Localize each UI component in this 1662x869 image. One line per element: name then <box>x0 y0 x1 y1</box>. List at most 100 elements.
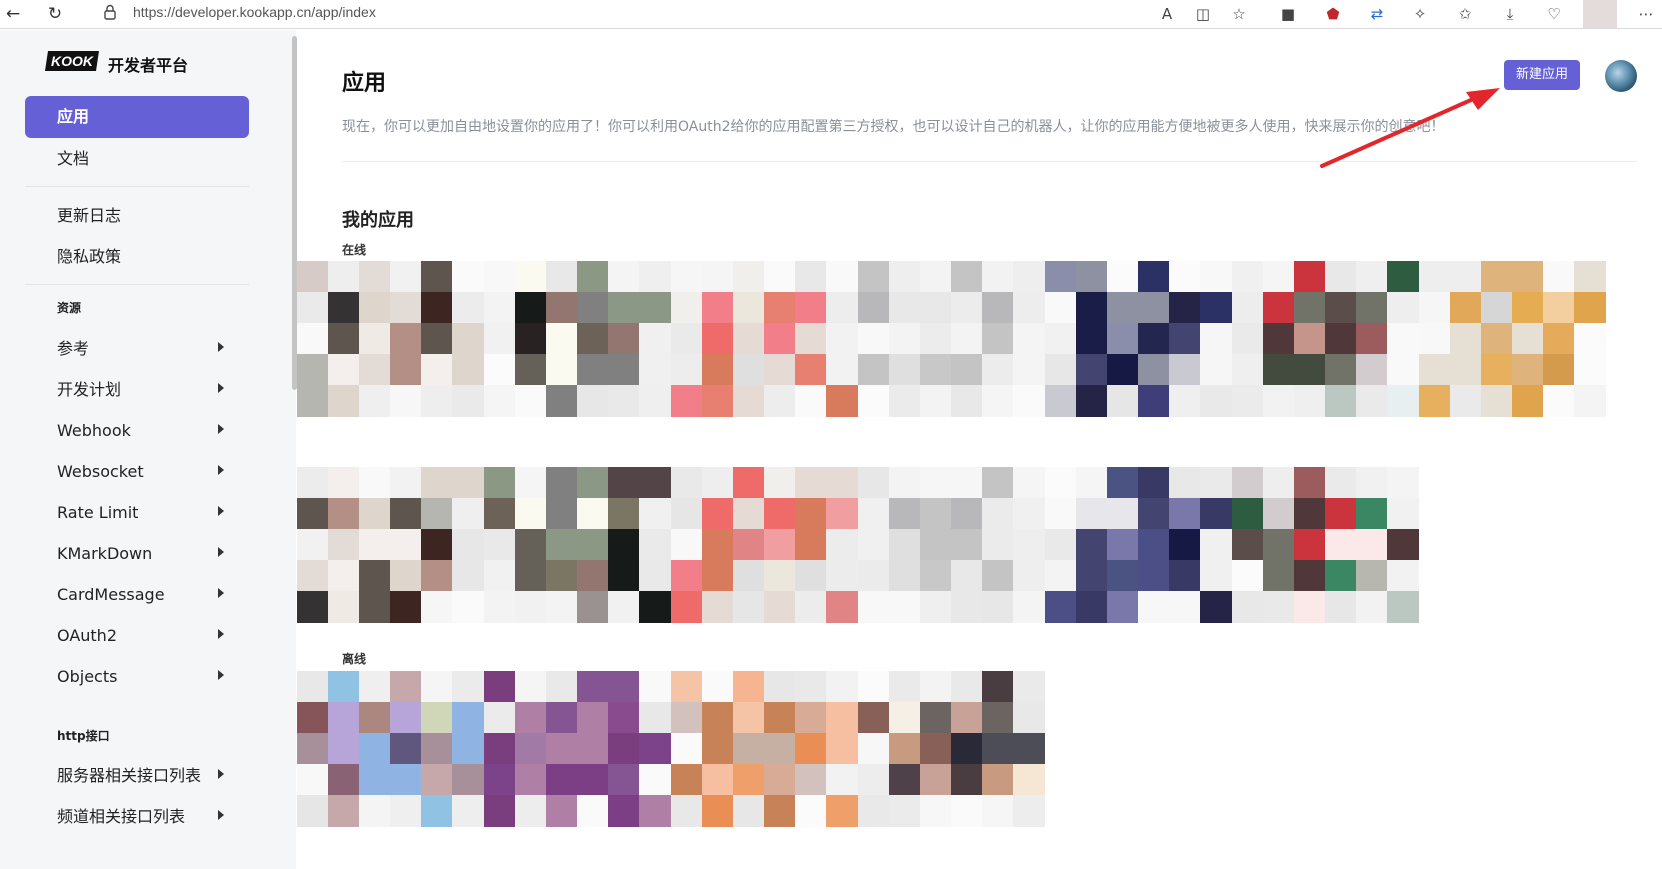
online-app-icon[interactable] <box>1419 261 1607 433</box>
sidebar-item-channel-api[interactable]: 频道相关接口列表 <box>25 796 249 838</box>
back-icon[interactable]: ← <box>2 3 24 25</box>
icon-pixel <box>452 354 484 386</box>
offline-app-icon[interactable] <box>671 671 859 843</box>
split-screen-icon[interactable]: ◫ <box>1193 4 1213 24</box>
caret-right-icon[interactable] <box>218 810 224 820</box>
offline-group-label: 离线 <box>342 652 367 666</box>
icon-pixel <box>546 560 578 592</box>
icon-pixel <box>390 498 422 530</box>
ublock-icon[interactable]: ⬟ <box>1323 4 1343 24</box>
sidebar-item-changelog[interactable]: 更新日志 <box>25 195 249 237</box>
read-aloud-icon[interactable]: A <box>1157 4 1177 24</box>
sidebar-item-kmarkdown[interactable]: KMarkDown <box>25 533 249 575</box>
sidebar-item-reference[interactable]: 参考 <box>25 328 249 370</box>
caret-right-icon[interactable] <box>218 342 224 352</box>
sidebar-item-oauth2[interactable]: OAuth2 <box>25 615 249 657</box>
icon-pixel <box>1076 385 1108 417</box>
caret-right-icon[interactable] <box>218 506 224 516</box>
icon-pixel <box>671 702 703 734</box>
extension-sync-icon[interactable]: ⇄ <box>1367 4 1387 24</box>
extension-tiktok-icon[interactable]: ■ <box>1278 4 1298 24</box>
offline-app-icon[interactable] <box>297 671 485 843</box>
online-app-icon[interactable] <box>1045 261 1233 433</box>
online-app-icon[interactable] <box>671 467 859 639</box>
icon-pixel <box>951 671 983 703</box>
online-app-icon[interactable] <box>671 261 859 433</box>
caret-right-icon[interactable] <box>218 383 224 393</box>
sidebar-item-objects[interactable]: Objects <box>25 656 249 698</box>
icon-pixel <box>328 354 360 386</box>
sidebar-item-roadmap[interactable]: 开发计划 <box>25 369 249 411</box>
sidebar-item-apps[interactable]: 应用 <box>25 96 249 138</box>
icon-pixel <box>1263 385 1295 417</box>
icon-pixel <box>795 671 827 703</box>
online-app-icon[interactable] <box>484 261 672 433</box>
icon-pixel <box>1512 385 1544 417</box>
icon-pixel <box>1107 467 1139 499</box>
online-app-icon[interactable] <box>1232 467 1420 639</box>
icon-pixel <box>1325 323 1357 355</box>
icon-pixel <box>1232 354 1264 386</box>
icon-pixel <box>1138 591 1170 623</box>
offline-app-icon[interactable] <box>858 671 1046 843</box>
sidebar-item-rate-limit[interactable]: Rate Limit <box>25 492 249 534</box>
icon-pixel <box>920 498 952 530</box>
icon-pixel <box>764 733 796 765</box>
icon-pixel <box>671 261 703 293</box>
lock-icon[interactable] <box>103 4 117 20</box>
favorite-add-icon[interactable]: ☆ <box>1229 4 1249 24</box>
refresh-icon[interactable]: ↻ <box>44 3 66 25</box>
caret-right-icon[interactable] <box>218 629 224 639</box>
more-menu-icon[interactable]: ⋯ <box>1636 4 1656 24</box>
sidebar-item-privacy[interactable]: 隐私政策 <box>25 236 249 278</box>
icon-pixel <box>889 529 921 561</box>
caret-right-icon[interactable] <box>218 424 224 434</box>
online-app-icon[interactable] <box>1232 261 1420 433</box>
online-app-icon[interactable] <box>297 261 485 433</box>
icon-pixel <box>702 671 734 703</box>
online-app-icon[interactable] <box>858 261 1046 433</box>
page-title: 应用 <box>342 71 387 96</box>
favorites-icon[interactable]: ✩ <box>1455 4 1475 24</box>
sidebar-item-webhook[interactable]: Webhook <box>25 410 249 452</box>
caret-right-icon[interactable] <box>218 670 224 680</box>
icon-pixel <box>390 560 422 592</box>
icon-pixel <box>951 292 983 324</box>
icon-pixel <box>764 385 796 417</box>
caret-right-icon[interactable] <box>218 547 224 557</box>
profile-avatar[interactable] <box>1583 0 1617 28</box>
online-group-label: 在线 <box>342 243 367 257</box>
caret-right-icon[interactable] <box>218 465 224 475</box>
icon-pixel <box>1325 385 1357 417</box>
icon-pixel <box>515 560 547 592</box>
sidebar-item-server-api[interactable]: 服务器相关接口列表 <box>25 755 249 797</box>
icon-pixel <box>733 498 765 530</box>
icon-pixel <box>390 323 422 355</box>
icon-pixel <box>671 467 703 499</box>
online-app-icon[interactable] <box>858 467 1046 639</box>
browser-essentials-icon[interactable]: ♡ <box>1544 4 1564 24</box>
sidebar-item-docs[interactable]: 文档 <box>25 138 249 180</box>
sidebar: KOOK 开发者平台 应用 文档 更新日志 隐私政策 资源 参考 开发计划 We… <box>0 30 296 869</box>
address-bar[interactable]: https://developer.kookapp.cn/app/index <box>133 4 376 20</box>
caret-right-icon[interactable] <box>218 588 224 598</box>
icon-pixel <box>297 591 329 623</box>
online-app-icon[interactable] <box>1045 467 1233 639</box>
icon-pixel <box>608 261 640 293</box>
icon-pixel <box>515 354 547 386</box>
icon-pixel <box>577 323 609 355</box>
extensions-icon[interactable]: ✧ <box>1410 4 1430 24</box>
icon-pixel <box>1107 529 1139 561</box>
online-app-icon[interactable] <box>484 467 672 639</box>
online-app-icon[interactable] <box>297 467 485 639</box>
icon-pixel <box>1107 323 1139 355</box>
new-app-button[interactable]: 新建应用 <box>1504 60 1580 90</box>
sidebar-item-websocket[interactable]: Websocket <box>25 451 249 493</box>
offline-app-icon[interactable] <box>484 671 672 843</box>
caret-right-icon[interactable] <box>218 769 224 779</box>
icon-pixel <box>297 261 329 293</box>
sidebar-item-cardmessage[interactable]: CardMessage <box>25 574 249 616</box>
download-icon[interactable]: ⤓ <box>1500 4 1520 24</box>
user-avatar[interactable] <box>1605 60 1637 92</box>
icon-pixel <box>515 733 547 765</box>
